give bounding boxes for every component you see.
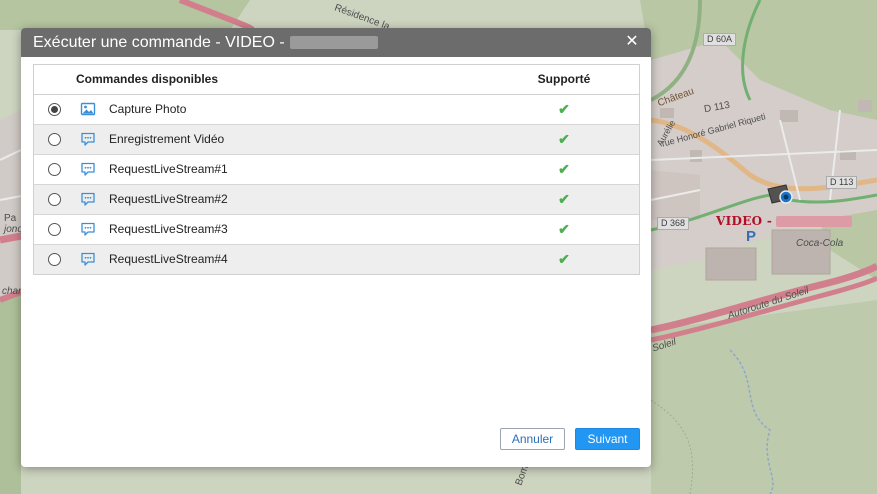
supported-cell: ✔ (489, 184, 639, 215)
chat-bubble-icon (80, 131, 96, 147)
command-label: RequestLiveStream#3 (109, 222, 228, 236)
command-cell: RequestLiveStream#4 (34, 244, 489, 274)
next-button[interactable]: Suivant (575, 428, 640, 450)
check-icon: ✔ (558, 250, 570, 267)
column-header-supported: Supporté (489, 65, 639, 95)
dialog-title: Exécuter une commande - VIDEO - (33, 33, 285, 51)
command-radio[interactable] (48, 162, 61, 176)
chat-bubble-icon (80, 251, 96, 267)
supported-cell: ✔ (489, 124, 639, 155)
check-icon: ✔ (558, 190, 570, 207)
supported-cell: ✔ (489, 94, 639, 125)
chat-bubble-icon (80, 221, 96, 237)
check-icon: ✔ (558, 220, 570, 237)
table-row[interactable]: RequestLiveStream#4 ✔ (34, 244, 639, 274)
check-icon: ✔ (558, 130, 570, 147)
command-cell: Enregistrement Vidéo (34, 124, 489, 155)
check-icon: ✔ (558, 160, 570, 177)
command-label: RequestLiveStream#4 (109, 252, 228, 267)
table-row[interactable]: Capture Photo ✔ (34, 94, 639, 125)
table-header-row: Commandes disponibles Supporté (34, 65, 639, 95)
supported-cell: ✔ (489, 214, 639, 245)
command-label: RequestLiveStream#2 (109, 192, 228, 206)
check-icon: ✔ (558, 100, 570, 117)
table-row[interactable]: Enregistrement Vidéo ✔ (34, 124, 639, 155)
chat-bubble-icon (80, 161, 96, 177)
cancel-button[interactable]: Annuler (500, 428, 565, 450)
table-row[interactable]: RequestLiveStream#3 ✔ (34, 214, 639, 245)
table-row[interactable]: RequestLiveStream#1 ✔ (34, 154, 639, 185)
commands-table: Commandes disponibles Supporté Capture P… (33, 64, 640, 275)
command-label: Capture Photo (109, 102, 187, 116)
supported-cell: ✔ (489, 154, 639, 185)
command-label: RequestLiveStream#1 (109, 162, 228, 176)
image-icon (80, 101, 96, 117)
table-row[interactable]: RequestLiveStream#2 ✔ (34, 184, 639, 215)
command-cell: RequestLiveStream#1 (34, 154, 489, 185)
command-radio[interactable] (48, 132, 61, 146)
dialog-header: Exécuter une commande - VIDEO - ✕ (21, 28, 651, 57)
command-cell: RequestLiveStream#3 (34, 214, 489, 245)
command-cell: RequestLiveStream#2 (34, 184, 489, 215)
command-label: Enregistrement Vidéo (109, 132, 225, 146)
command-radio[interactable] (48, 102, 61, 116)
column-header-commands: Commandes disponibles (34, 65, 489, 95)
command-radio[interactable] (48, 192, 61, 206)
supported-cell: ✔ (489, 244, 639, 274)
execute-command-dialog: Exécuter une commande - VIDEO - ✕ Comman… (21, 28, 651, 467)
command-radio[interactable] (48, 222, 61, 236)
commands-table-body: Capture Photo ✔ Enregistrement Vidéo ✔ Reque… (34, 94, 639, 274)
close-icon[interactable]: ✕ (623, 33, 641, 51)
dialog-title-redacted (289, 36, 378, 49)
command-cell: Capture Photo (34, 94, 489, 125)
chat-bubble-icon (80, 191, 96, 207)
command-radio[interactable] (48, 252, 61, 266)
